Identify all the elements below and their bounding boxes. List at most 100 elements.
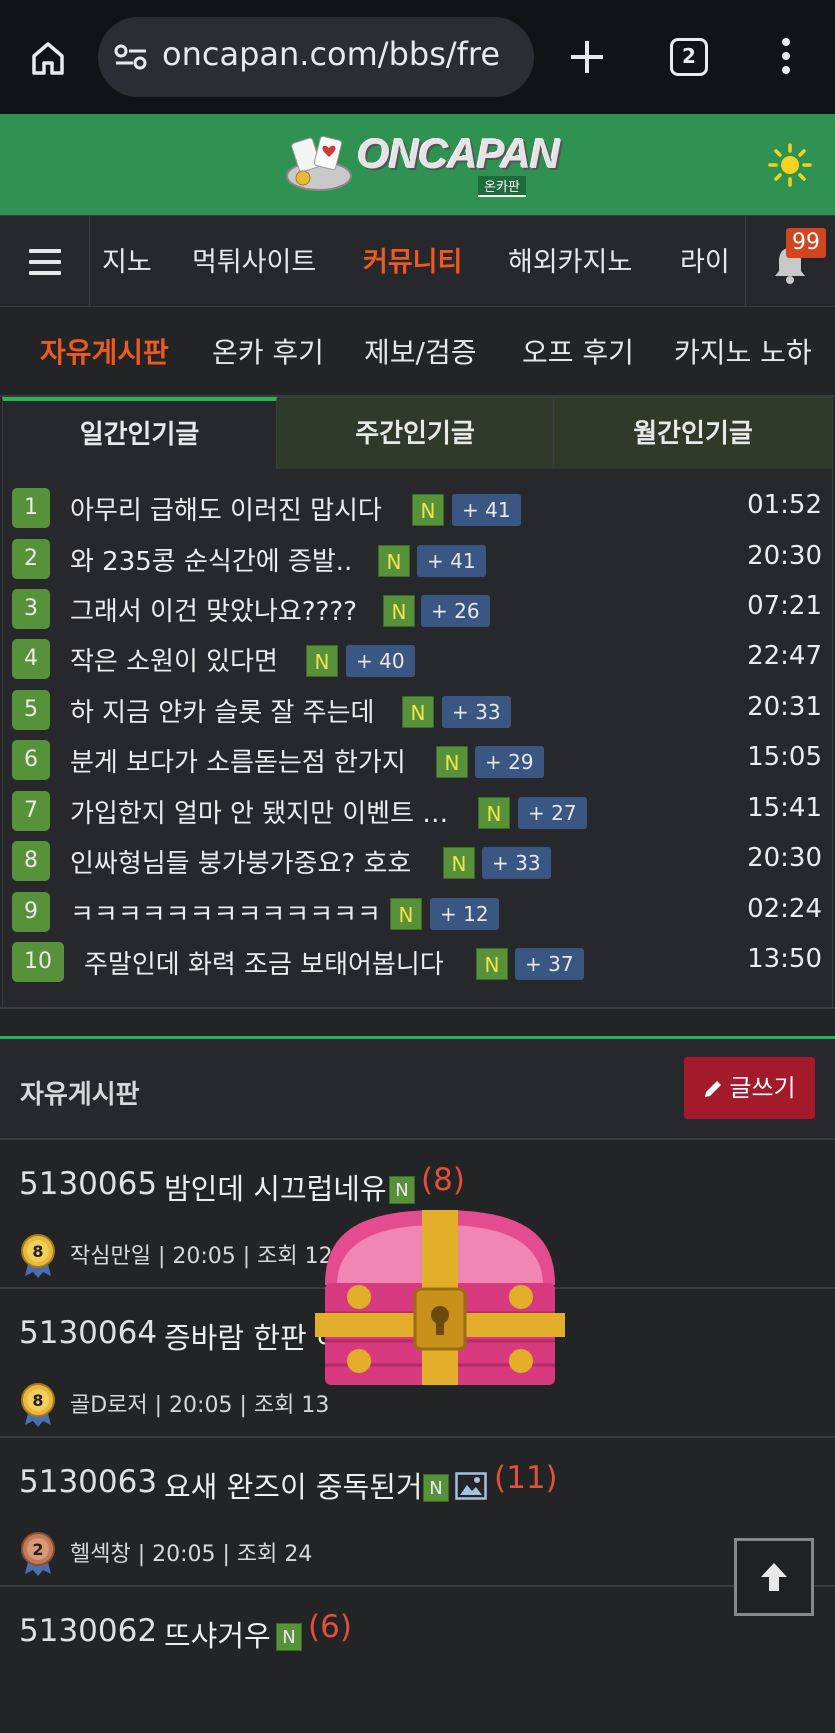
home-icon[interactable] xyxy=(28,38,68,78)
post-title[interactable]: ㅋㅋㅋㅋㅋㅋㅋㅋㅋㅋㅋㅋㅋ xyxy=(70,894,381,931)
nav-item-community[interactable]: 커뮤니티 xyxy=(363,240,462,279)
list-item[interactable]: 3 그래서 이건 맞았나요???? N + 26 07:21 xyxy=(12,587,822,631)
table-row[interactable]: 5130062 뜨샤거우 N (6) xyxy=(0,1585,835,1733)
hamburger-menu-icon[interactable] xyxy=(0,216,90,308)
comment-count-badge: + 33 xyxy=(482,847,551,879)
list-item[interactable]: 7 가입한지 얼마 안 됐지만 이벤트 … N + 27 15:41 xyxy=(12,789,822,833)
new-badge: N xyxy=(436,746,468,778)
pencil-icon xyxy=(705,1081,722,1097)
list-item[interactable]: 8 인싸형님들 붕가붕가중요? 호호 N + 33 20:30 xyxy=(12,839,822,883)
post-title[interactable]: 인싸형님들 붕가붕가중요? 호호 xyxy=(70,843,411,880)
site-settings-icon[interactable] xyxy=(114,44,148,70)
new-badge: N xyxy=(443,847,475,879)
post-id: 5130063 xyxy=(19,1464,158,1500)
level-number: 8 xyxy=(32,1391,43,1410)
level-number: 2 xyxy=(32,1540,43,1559)
nav-items: 지노 먹튀사이트 커뮤니티 해외카지노 라이 xyxy=(90,216,745,308)
nav-item-live[interactable]: 라이 xyxy=(680,240,730,279)
new-badge: N xyxy=(478,797,510,829)
nav-item-overseas-casino[interactable]: 해외카지노 xyxy=(508,240,632,279)
list-item[interactable]: 1 아무리 급해도 이러진 맙시다 N + 41 01:52 xyxy=(12,486,822,530)
post-title[interactable]: 와 235콩 순식간에 증발.. xyxy=(70,541,352,578)
comment-count-badge: + 26 xyxy=(421,595,490,627)
post-title[interactable]: 뜨샤거우 xyxy=(164,1613,271,1655)
post-meta: 골D로저 | 20:05 | 조회 13 xyxy=(70,1393,330,1418)
post-time: 07:21 xyxy=(747,591,822,621)
new-badge: N xyxy=(412,494,444,526)
subnav-item-onca-review[interactable]: 온카 후기 xyxy=(212,331,324,371)
subnav-item-report[interactable]: 제보/검증 xyxy=(364,331,476,371)
comment-count-badge: + 27 xyxy=(518,797,587,829)
post-meta: 작심만일 | 20:05 | 조회 12 xyxy=(70,1244,333,1269)
post-title[interactable]: 요새 완즈이 중독된거 xyxy=(164,1464,423,1506)
new-badge: N xyxy=(476,948,508,980)
rank-badge: 8 xyxy=(12,841,50,881)
rank-badge: 10 xyxy=(12,942,64,982)
nav-item-scam-sites[interactable]: 먹튀사이트 xyxy=(192,240,316,279)
browser-toolbar: oncapan.com/bbs/fre 2 xyxy=(0,0,835,114)
new-badge: N xyxy=(390,898,422,930)
post-title[interactable]: 주말인데 화력 조금 보태어봅니다 xyxy=(84,944,444,981)
level-medal-icon: 8 xyxy=(21,1234,55,1278)
comment-count-badge: + 12 xyxy=(430,898,499,930)
new-tab-icon[interactable] xyxy=(568,38,606,76)
treasure-chest-icon[interactable] xyxy=(315,1205,565,1390)
post-title[interactable]: 작은 소원이 있다면 xyxy=(70,641,278,678)
comment-count-badge: + 40 xyxy=(346,645,415,677)
write-post-button[interactable]: 글쓰기 xyxy=(684,1057,815,1119)
list-item[interactable]: 4 작은 소원이 있다면 N + 40 22:47 xyxy=(12,637,822,681)
list-item[interactable]: 9 ㅋㅋㅋㅋㅋㅋㅋㅋㅋㅋㅋㅋㅋ N + 12 02:24 xyxy=(12,890,822,934)
logo-subtext: 온카판 xyxy=(478,176,526,197)
subnav-item-free-board[interactable]: 자유게시판 xyxy=(40,331,169,371)
tab-monthly[interactable]: 월간인기글 xyxy=(554,397,833,469)
new-badge: N xyxy=(383,595,415,627)
comment-count: (11) xyxy=(494,1460,558,1496)
board-title: 자유게시판 xyxy=(20,1080,140,1110)
post-title[interactable]: 하 지금 얀카 슬롯 잘 주는데 xyxy=(70,692,374,729)
new-badge: N xyxy=(306,645,338,677)
post-time: 01:52 xyxy=(747,490,822,520)
sub-nav: 자유게시판 온카 후기 제보/검증 오프 후기 카지노 노하 xyxy=(0,307,835,397)
new-badge: N xyxy=(389,1176,415,1204)
tab-daily[interactable]: 일간인기글 xyxy=(2,397,277,469)
notification-count-badge: 99 xyxy=(786,228,826,258)
post-title[interactable]: 밤인데 시끄럽네유 xyxy=(164,1166,387,1208)
level-number: 8 xyxy=(32,1242,43,1261)
post-title[interactable]: 아무리 급해도 이러진 맙시다 xyxy=(70,490,382,527)
more-menu-icon[interactable] xyxy=(776,36,796,76)
list-item[interactable]: 5 하 지금 얀카 슬롯 잘 주는데 N + 33 20:31 xyxy=(12,688,822,732)
comment-count-badge: + 41 xyxy=(417,545,486,577)
post-title[interactable]: 그래서 이건 맞았나요???? xyxy=(70,591,357,628)
post-title[interactable]: 분게 보다가 소름돋는점 한가지 xyxy=(70,742,406,779)
list-item[interactable]: 6 분게 보다가 소름돋는점 한가지 N + 29 15:05 xyxy=(12,738,822,782)
tab-switcher-button[interactable]: 2 xyxy=(670,38,708,76)
post-time: 13:50 xyxy=(747,944,822,974)
subnav-item-casino-knowhow[interactable]: 카지노 노하 xyxy=(674,331,812,371)
comment-count: (8) xyxy=(421,1162,465,1198)
post-title[interactable]: 가입한지 얼마 안 됐지만 이벤트 … xyxy=(70,793,448,830)
rank-badge: 9 xyxy=(12,892,50,932)
level-medal-icon: 8 xyxy=(21,1383,55,1427)
rank-badge: 6 xyxy=(12,740,50,780)
write-post-label: 글쓰기 xyxy=(729,1074,796,1102)
list-item[interactable]: 2 와 235콩 순식간에 증발.. N + 41 20:30 xyxy=(12,537,822,581)
site-logo[interactable]: ONCAPAN 온카판 xyxy=(285,130,560,197)
url-bar[interactable]: oncapan.com/bbs/fre xyxy=(98,17,534,97)
subnav-item-off-review[interactable]: 오프 후기 xyxy=(522,331,634,371)
theme-toggle-sun-icon[interactable] xyxy=(768,143,812,187)
popular-tabs: 일간인기글 주간인기글 월간인기글 xyxy=(2,397,833,469)
new-badge: N xyxy=(423,1474,449,1502)
board-header: 자유게시판 글쓰기 xyxy=(0,1036,835,1138)
list-item[interactable]: 10 주말인데 화력 조금 보태어봅니다 N + 37 13:50 xyxy=(12,940,822,984)
url-text[interactable]: oncapan.com/bbs/fre xyxy=(162,35,532,73)
rank-badge: 7 xyxy=(12,791,50,831)
post-id: 5130065 xyxy=(19,1166,158,1202)
nav-item-casino[interactable]: 지노 xyxy=(102,240,152,279)
scroll-to-top-button[interactable] xyxy=(734,1538,814,1616)
tab-weekly[interactable]: 주간인기글 xyxy=(277,397,554,469)
notifications-button[interactable]: 99 xyxy=(745,216,835,308)
table-row[interactable]: 5130063 요새 완즈이 중독된거 N (11) 2 헬섹창 | 20:05… xyxy=(0,1436,835,1584)
post-time: 15:05 xyxy=(747,742,822,772)
comment-count-badge: + 37 xyxy=(515,948,584,980)
arrow-up-icon xyxy=(761,1563,787,1591)
